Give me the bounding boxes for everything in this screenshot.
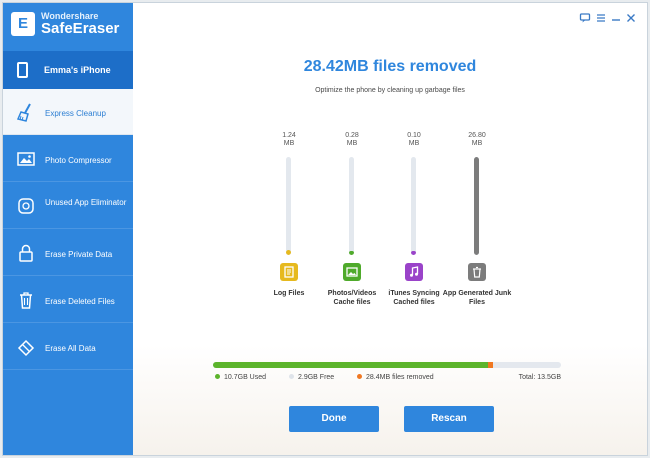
legend-free: 2.9GB Free: [289, 374, 334, 381]
menu-icon[interactable]: [595, 12, 607, 24]
category-size: 0.28: [345, 132, 359, 139]
trash-icon: [468, 263, 486, 281]
category-bar-fill: [286, 250, 291, 255]
category-photo-cache: 0.28 MB Photos/Videos Cache files: [317, 131, 387, 321]
lock-icon: [19, 244, 33, 262]
sidebar-item-label: Erase All Data: [45, 344, 96, 353]
broom-icon: [16, 103, 31, 122]
category-size: 1.24: [282, 132, 296, 139]
sidebar: E Wondershare SafeEraser Emma's iPhone E…: [3, 3, 133, 455]
category-bar: [411, 157, 416, 255]
music-icon: [405, 263, 423, 281]
done-button[interactable]: Done: [289, 406, 379, 432]
app-window: E Wondershare SafeEraser Emma's iPhone E…: [2, 2, 648, 456]
phone-icon: [17, 62, 28, 78]
legend-used: 10.7GB Used: [215, 374, 266, 381]
device-label: Emma's iPhone: [44, 65, 111, 75]
storage-removed-fill: [487, 362, 494, 368]
storage-used-fill: [213, 362, 488, 368]
storage-bar: [213, 362, 561, 368]
sidebar-item-erase-all-data[interactable]: Erase All Data: [3, 324, 133, 370]
legend-dot-free: [289, 374, 294, 379]
sidebar-item-label: Unused App Eliminator: [45, 198, 127, 207]
sidebar-item-label: Erase Private Data: [45, 250, 113, 259]
category-label: Photos/Videos Cache files: [327, 290, 377, 306]
legend-removed-label: 28.4MB files removed: [366, 374, 434, 381]
category-log-files: 1.24 MB Log Files: [254, 131, 324, 321]
app-logo-icon: E: [11, 12, 35, 36]
category-unit: MB: [346, 140, 358, 147]
category-label: iTunes Syncing Cached files: [388, 290, 440, 306]
sidebar-item-label: Photo Compressor: [45, 156, 112, 165]
category-size: 26.80: [468, 132, 486, 139]
storage-total: Total: 13.5GB: [518, 374, 561, 381]
category-itunes-cache: 0.10 MB iTunes Syncing Cached files: [379, 131, 449, 321]
category-bar: [474, 157, 479, 255]
category-unit: MB: [408, 140, 420, 147]
sidebar-item-label: Erase Deleted Files: [45, 297, 115, 306]
legend-used-label: 10.7GB Used: [224, 374, 267, 381]
category-unit: MB: [471, 140, 483, 147]
image-icon: [17, 152, 35, 166]
category-bar: [349, 157, 354, 255]
sidebar-item-express-cleanup[interactable]: Express Cleanup: [3, 89, 133, 135]
sidebar-item-label: Express Cleanup: [45, 109, 106, 118]
feedback-icon[interactable]: [579, 12, 591, 24]
trash-icon: [20, 292, 32, 309]
category-size: 0.10: [407, 132, 421, 139]
sidebar-item-erase-private-data[interactable]: Erase Private Data: [3, 230, 133, 276]
eraser-icon: [17, 339, 35, 357]
log-icon: [280, 263, 298, 281]
legend-dot-removed: [357, 374, 362, 379]
category-bar-fill: [349, 251, 354, 255]
category-bar: [286, 157, 291, 255]
minimize-icon[interactable]: [610, 12, 622, 24]
result-headline: 28.42MB files removed: [303, 58, 477, 75]
close-icon[interactable]: [625, 12, 637, 24]
legend-dot-used: [215, 374, 220, 379]
legend-removed: 28.4MB files removed: [357, 374, 434, 381]
main-panel: 28.42MB files removed Optimize the phone…: [133, 3, 647, 455]
sidebar-item-erase-deleted-files[interactable]: Erase Deleted Files: [3, 277, 133, 323]
brand: E Wondershare SafeEraser: [11, 11, 131, 39]
category-app-junk: 26.80 MB App Generated Junk Files: [442, 131, 512, 321]
category-unit: MB: [283, 140, 295, 147]
category-label: App Generated Junk Files: [442, 290, 512, 306]
category-label: Log Files: [273, 290, 305, 297]
app-icon: [18, 198, 34, 214]
rescan-button[interactable]: Rescan: [404, 406, 494, 432]
sidebar-item-unused-app-eliminator[interactable]: Unused App Eliminator: [3, 183, 133, 229]
sidebar-item-photo-compressor[interactable]: Photo Compressor: [3, 136, 133, 182]
result-subline: Optimize the phone by cleaning up garbag…: [315, 87, 465, 94]
device-selector[interactable]: Emma's iPhone: [3, 51, 133, 89]
category-bar-fill: [411, 251, 416, 255]
brand-product: SafeEraser: [41, 20, 120, 37]
category-bar-fill: [474, 157, 479, 255]
legend-free-label: 2.9GB Free: [298, 374, 335, 381]
photo-icon: [343, 263, 361, 281]
